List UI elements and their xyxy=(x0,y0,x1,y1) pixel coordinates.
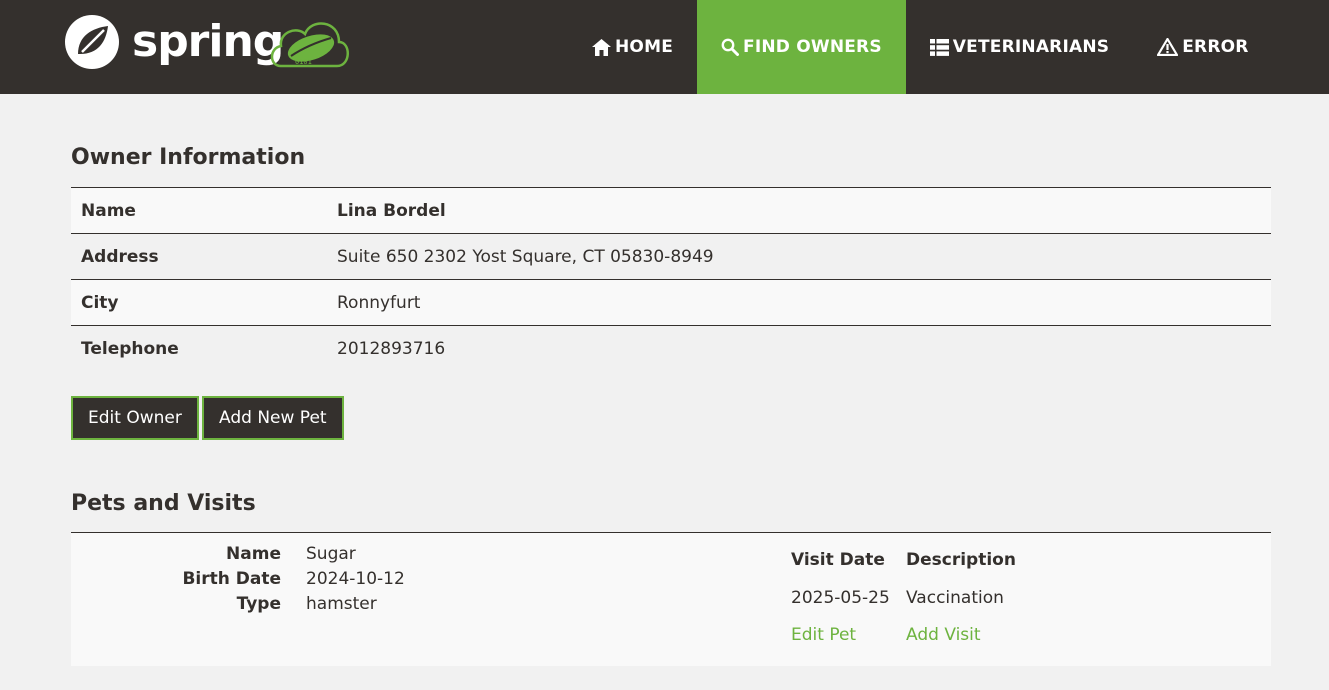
nav-veterinarians[interactable]: VETERINARIANS xyxy=(906,0,1133,94)
pet-type-value: hamster xyxy=(306,594,377,614)
list-icon xyxy=(929,38,949,56)
visit-date-header: Visit Date xyxy=(791,550,885,570)
table-row: Name Lina Bordel xyxy=(71,187,1271,234)
home-icon xyxy=(592,38,611,56)
navbar: spring 0101 HOME FIND OWNERS VETERINARIA… xyxy=(0,0,1329,94)
nav-veterinarians-label: VETERINARIANS xyxy=(952,37,1110,57)
pet-name-label: Name xyxy=(226,544,281,564)
edit-pet-link[interactable]: Edit Pet xyxy=(791,625,856,645)
owner-info-table: Name Lina Bordel Address Suite 650 2302 … xyxy=(71,187,1271,372)
main-nav: HOME FIND OWNERS VETERINARIANS ERROR xyxy=(568,0,1273,94)
owner-address-value: Suite 650 2302 Yost Square, CT 05830-894… xyxy=(337,246,714,267)
pets-and-visits-heading: Pets and Visits xyxy=(71,491,256,516)
description-header: Description xyxy=(906,550,1016,570)
owner-information-heading: Owner Information xyxy=(71,145,306,170)
owner-name-value: Lina Bordel xyxy=(337,200,446,221)
pet-type-label: Type xyxy=(236,594,281,614)
warning-icon xyxy=(1157,38,1179,56)
table-row: City Ronnyfurt xyxy=(71,279,1271,326)
nav-find-owners-label: FIND OWNERS xyxy=(743,37,882,57)
owner-telephone-label: Telephone xyxy=(81,338,179,359)
search-icon xyxy=(721,38,740,56)
nav-home-label: HOME xyxy=(615,37,674,57)
table-row: Telephone 2012893716 xyxy=(71,325,1271,372)
owner-address-label: Address xyxy=(81,246,159,267)
nav-home[interactable]: HOME xyxy=(568,0,697,94)
nav-error[interactable]: ERROR xyxy=(1133,0,1272,94)
add-visit-link[interactable]: Add Visit xyxy=(906,625,981,645)
owner-city-label: City xyxy=(81,292,119,313)
visit-description-value: Vaccination xyxy=(906,588,1004,608)
owner-telephone-value: 2012893716 xyxy=(337,338,446,359)
owner-name-label: Name xyxy=(81,200,136,221)
nav-error-label: ERROR xyxy=(1182,37,1249,57)
pet-birth-date-label: Birth Date xyxy=(182,569,281,589)
visit-date-value: 2025-05-25 xyxy=(791,588,890,608)
table-row: Address Suite 650 2302 Yost Square, CT 0… xyxy=(71,233,1271,280)
owner-city-value: Ronnyfurt xyxy=(337,292,421,313)
nav-find-owners[interactable]: FIND OWNERS xyxy=(697,0,906,94)
spring-leaf-icon xyxy=(65,15,119,69)
cloud-leaf-icon: 0101 xyxy=(270,22,349,68)
pet-name-value: Sugar xyxy=(306,544,356,564)
spring-logo[interactable]: spring 0101 xyxy=(62,12,352,72)
add-new-pet-button[interactable]: Add New Pet xyxy=(202,396,344,440)
svg-text:0101: 0101 xyxy=(295,58,312,66)
pet-birth-date-value: 2024-10-12 xyxy=(306,569,405,589)
logo-text: spring xyxy=(132,16,284,67)
edit-owner-button[interactable]: Edit Owner xyxy=(71,396,199,440)
pet-entry: Name Sugar Birth Date 2024-10-12 Type ha… xyxy=(71,533,1271,666)
